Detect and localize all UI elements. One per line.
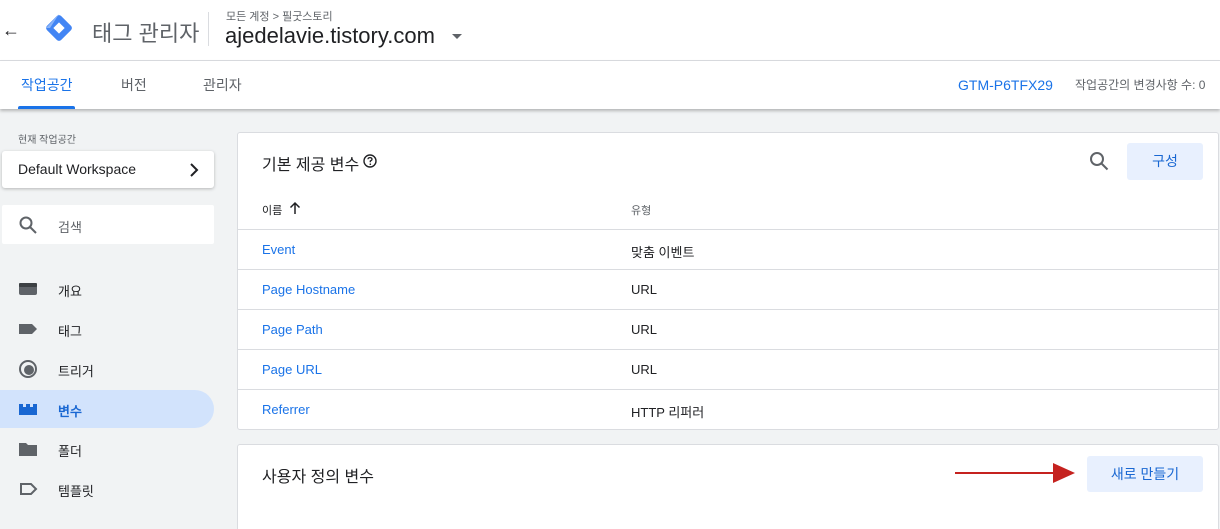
variable-name-link[interactable]: Referrer — [262, 402, 310, 417]
trigger-icon — [19, 360, 37, 378]
sidebar-item-tags[interactable]: 태그 — [0, 310, 214, 348]
sidebar-item-templates[interactable]: 템플릿 — [0, 470, 214, 508]
sidebar-item-label: 폴더 — [58, 444, 82, 459]
tab-workspace[interactable]: 작업공간 — [21, 61, 73, 109]
arrow-back-icon[interactable]: ← — [2, 18, 20, 42]
sidebar-item-label: 템플릿 — [58, 484, 94, 499]
sidebar-item-label: 태그 — [58, 324, 82, 339]
container-selector[interactable]: ajedelavie.tistory.com — [225, 23, 435, 49]
tab-versions[interactable]: 버전 — [121, 61, 147, 109]
help-icon[interactable] — [363, 154, 377, 168]
app-title: 태그 관리자 — [92, 21, 200, 46]
sidebar-item-overview[interactable]: 개요 — [0, 270, 214, 308]
workspace-name: Default Workspace — [18, 161, 137, 177]
variable-name-link[interactable]: Page URL — [262, 362, 322, 377]
variable-type: URL — [631, 282, 658, 297]
sidebar-item-label: 변수 — [58, 404, 82, 419]
variable-name-link[interactable]: Page Hostname — [262, 282, 355, 297]
sidebar-item-folders[interactable]: 폴더 — [0, 430, 214, 468]
search-icon[interactable] — [1089, 151, 1109, 171]
workspace-selector[interactable]: Default Workspace — [2, 151, 214, 188]
folder-icon — [19, 443, 37, 456]
column-header-type: 유형 — [631, 205, 652, 217]
active-tab-indicator — [18, 106, 75, 109]
container-id-link[interactable]: GTM-P6TFX29 — [958, 61, 1053, 109]
sidebar-search[interactable]: 검색 — [2, 205, 214, 244]
variable-type: URL — [631, 362, 658, 377]
user-variables-card: 사용자 정의 변수 새로 만들기 — [237, 444, 1219, 529]
search-icon — [19, 216, 37, 234]
search-placeholder: 검색 — [58, 220, 82, 235]
arrow-up-icon[interactable] — [289, 201, 301, 215]
new-variable-button[interactable]: 새로 만들기 — [1087, 456, 1203, 492]
card-title: 기본 제공 변수 — [262, 157, 360, 174]
tag-icon — [19, 324, 37, 334]
table-row: Page Path URL — [238, 309, 1218, 349]
breadcrumb[interactable]: 모든 계정 > 필굿스토리 — [226, 8, 333, 24]
chevron-down-icon[interactable] — [452, 34, 462, 39]
table-row: Page Hostname URL — [238, 269, 1218, 309]
template-icon — [20, 483, 38, 495]
configure-button[interactable]: 구성 — [1127, 143, 1203, 180]
workspace-changes-count: 작업공간의 변경사항 수: 0 — [1075, 78, 1206, 92]
variable-type: 맞춤 이벤트 — [631, 245, 695, 260]
variable-icon — [19, 404, 37, 415]
workspace-label: 현재 작업공간 — [18, 135, 76, 146]
variable-type: HTTP 리퍼러 — [631, 405, 705, 420]
tag-manager-logo — [46, 14, 72, 41]
top-bar: ← 태그 관리자 모든 계정 > 필굿스토리 ajedelavie.tistor… — [0, 0, 1220, 61]
column-header-name[interactable]: 이름 — [262, 202, 282, 218]
title-divider — [208, 12, 209, 46]
annotation-arrow-icon — [955, 463, 1075, 483]
sidebar-item-variables[interactable]: 변수 — [0, 390, 214, 428]
overview-icon — [19, 283, 37, 295]
table-row: Referrer HTTP 리퍼러 — [238, 389, 1218, 429]
table-row: Event 맞춤 이벤트 — [238, 229, 1218, 269]
table-row: Page URL URL — [238, 349, 1218, 389]
sidebar-item-triggers[interactable]: 트리거 — [0, 350, 214, 388]
sidebar-item-label: 트리거 — [58, 364, 94, 379]
card-title: 사용자 정의 변수 — [262, 469, 374, 486]
sidebar-item-label: 개요 — [58, 284, 82, 299]
variable-name-link[interactable]: Page Path — [262, 322, 323, 337]
tab-bar: 작업공간 버전 관리자 GTM-P6TFX29 작업공간의 변경사항 수: 0 — [0, 61, 1220, 109]
chevron-right-icon — [190, 163, 199, 177]
variable-type: URL — [631, 322, 658, 337]
builtin-variables-card: 기본 제공 변수 구성 이름 유형 Event 맞춤 이벤트 Page Host… — [237, 132, 1219, 430]
variable-name-link[interactable]: Event — [262, 242, 295, 257]
tab-admin[interactable]: 관리자 — [203, 61, 242, 109]
